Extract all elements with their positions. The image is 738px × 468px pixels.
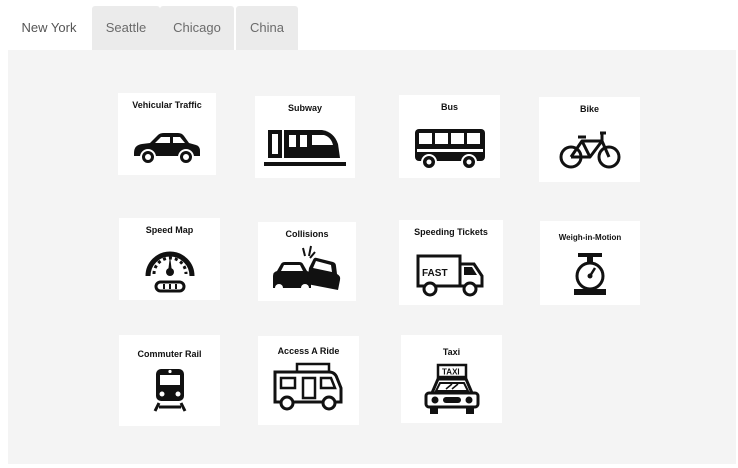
- taxi-sign-label: TAXI: [442, 368, 460, 377]
- card-title: Speeding Tickets: [414, 227, 488, 237]
- fast-label: FAST: [422, 268, 448, 279]
- bus-icon: [414, 129, 485, 170]
- speedometer-icon: [145, 251, 194, 293]
- subway-train-icon: [264, 130, 346, 166]
- card-vehicular-traffic[interactable]: Vehicular Traffic: [118, 93, 216, 175]
- card-title: Access A Ride: [277, 346, 340, 356]
- tab-chicago[interactable]: Chicago: [160, 6, 234, 50]
- car-collision-icon: [273, 245, 341, 292]
- taxi-icon: TAXI: [424, 363, 479, 414]
- card-title: Collisions: [285, 229, 329, 239]
- card-title: Weigh-in-Motion: [558, 233, 622, 242]
- card-title: Bike: [579, 104, 599, 114]
- card-commuter-rail[interactable]: Commuter Rail: [119, 335, 220, 426]
- bicycle-icon: [559, 131, 620, 169]
- camper-van-icon: [273, 362, 342, 411]
- car-icon: [134, 133, 200, 165]
- card-access-a-ride[interactable]: Access A Ride: [258, 336, 359, 425]
- fast-truck-icon: FAST: [416, 254, 484, 297]
- tab-new-york[interactable]: New York: [8, 6, 90, 50]
- card-speed-map[interactable]: Speed Map: [119, 218, 220, 300]
- card-taxi[interactable]: Taxi TAXI: [401, 335, 502, 423]
- card-weigh-in-motion[interactable]: Weigh-in-Motion: [540, 221, 640, 305]
- card-title: Commuter Rail: [137, 349, 202, 359]
- card-subway[interactable]: Subway: [255, 96, 355, 178]
- card-title: Taxi: [442, 347, 461, 357]
- card-bike[interactable]: Bike: [539, 97, 640, 182]
- card-collisions[interactable]: Collisions: [258, 222, 356, 301]
- train-icon: [153, 369, 186, 412]
- tab-seattle[interactable]: Seattle: [92, 6, 160, 50]
- tab-china[interactable]: China: [236, 6, 298, 50]
- scale-icon: [574, 253, 606, 295]
- card-title: Vehicular Traffic: [132, 100, 202, 110]
- card-title: Subway: [287, 103, 322, 113]
- card-speeding-tickets[interactable]: Speeding Tickets FAST: [399, 220, 503, 305]
- card-title: Bus: [440, 102, 458, 112]
- card-bus[interactable]: Bus: [399, 95, 500, 178]
- card-title: Speed Map: [145, 225, 194, 235]
